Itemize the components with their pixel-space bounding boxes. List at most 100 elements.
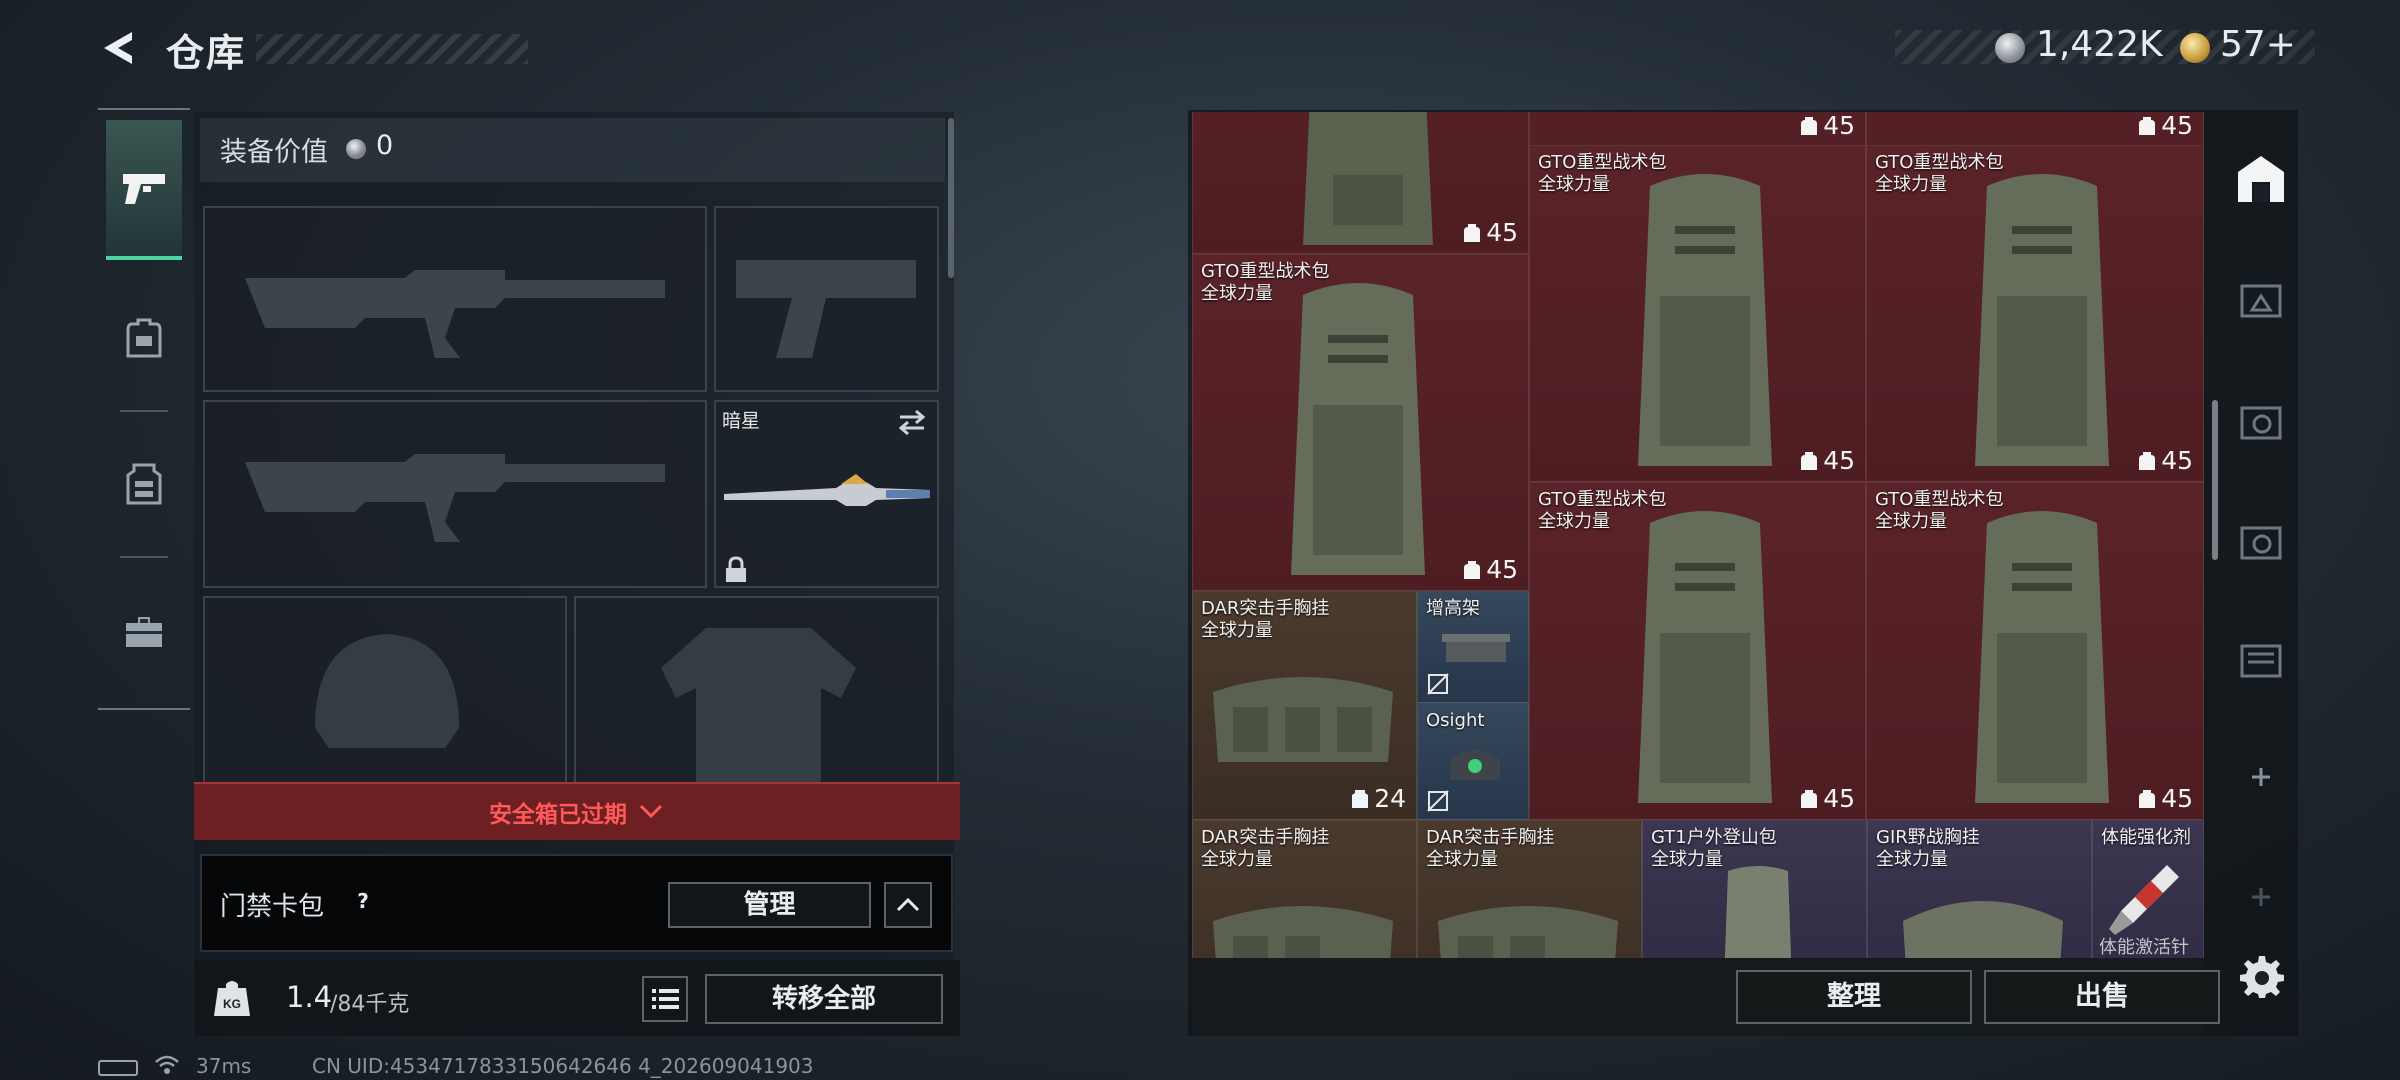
sidearm-slot[interactable] (714, 206, 939, 392)
swap-icon[interactable] (896, 408, 928, 436)
item-subtitle: 全球力量 (1875, 174, 1947, 195)
back-button[interactable] (96, 26, 140, 70)
item-name: Osight (1426, 710, 1485, 731)
warehouse-icon (2238, 156, 2284, 202)
no-link-icon (1427, 673, 1449, 695)
gold-amount[interactable]: 57+ (2220, 24, 2296, 65)
tab-vest[interactable] (106, 414, 182, 554)
stash-item[interactable]: DAR突击手胸挂 全球力量 24 (1192, 591, 1417, 820)
chest-rig-art (1213, 677, 1393, 762)
wifi-icon (154, 1054, 180, 1076)
body-armor-slot[interactable] (574, 596, 939, 784)
backpack-small-icon (1464, 560, 1481, 579)
item-subtitle: 全球力量 (1201, 283, 1273, 304)
page-title: 仓库 (166, 31, 247, 75)
stash-item[interactable]: GTO重型战术包 全球力量 45 (1866, 482, 2204, 820)
item-subtitle: 全球力量 (1651, 849, 1723, 870)
weight-icon: KG (210, 976, 254, 1020)
secondary-weapon-slot[interactable] (203, 400, 707, 588)
add-stash-button[interactable] (2232, 748, 2290, 806)
item-name: GTO重型战术包 (1201, 261, 1330, 282)
stash-item[interactable]: GIR野战胸挂 全球力量 (1867, 820, 2092, 958)
item-name: GTO重型战术包 (1538, 489, 1667, 510)
sort-button[interactable]: 整理 (1736, 970, 1972, 1024)
capacity-label: 45 (1486, 218, 1518, 247)
manage-button[interactable]: 管理 (668, 882, 871, 928)
backpack-art (1291, 283, 1425, 575)
pistol-icon (123, 174, 165, 204)
gold-coin-icon[interactable] (2180, 33, 2210, 63)
stash-grid: 45 45 45 GTO重型战术包 全球力量 45 GTO重型战术包 全球力量 45… (1192, 112, 2204, 958)
transfer-all-button[interactable]: 转移全部 (705, 974, 943, 1024)
stash-item[interactable]: 体能强化剂 体能激活针 (2092, 820, 2204, 958)
chevron-down-icon (639, 804, 663, 819)
stash-item[interactable]: DAR突击手胸挂 全球力量 (1417, 820, 1642, 958)
item-name: DAR突击手胸挂 (1201, 598, 1330, 619)
lock-icon (724, 556, 748, 584)
tabs-divider (98, 108, 190, 110)
backpack-small-icon (1801, 116, 1818, 135)
crate-icon (2240, 284, 2282, 318)
item-name: GT1户外登山包 (1651, 827, 1777, 848)
crate-icon (2240, 644, 2282, 678)
stash-item[interactable]: DAR突击手胸挂 全球力量 (1192, 820, 1417, 958)
stash-item[interactable]: GTO重型战术包 全球力量 45 (1866, 145, 2204, 482)
item-name: GTO重型战术包 (1875, 152, 2004, 173)
stash-tab-5[interactable] (2232, 630, 2290, 688)
pistol-silhouette-icon (736, 260, 916, 358)
capacity-label: 45 (1823, 784, 1855, 813)
primary-weapon-slot[interactable] (203, 206, 707, 392)
stash-item[interactable]: 增高架 (1417, 591, 1529, 703)
item-name: GIR野战胸挂 (1876, 827, 1980, 848)
help-icon[interactable]: ? (350, 888, 376, 914)
equipment-value-label: 装备价值 (220, 137, 328, 168)
stash-item[interactable]: Osight (1417, 703, 1529, 820)
tab-separator (120, 556, 168, 558)
access-card-label: 门禁卡包 (220, 892, 325, 922)
no-link-icon (1427, 790, 1449, 812)
capacity-label: 24 (1374, 784, 1406, 813)
scrollbar[interactable] (948, 118, 954, 278)
helmet-slot[interactable] (203, 596, 567, 782)
stash-tab-main[interactable] (2232, 150, 2290, 208)
stash-item[interactable]: 45 (1192, 112, 1529, 254)
settings-button[interactable] (2238, 952, 2286, 1000)
armor-silhouette-icon (661, 628, 856, 784)
plus-icon (2252, 888, 2270, 906)
chest-rig-art (1213, 906, 1393, 958)
item-subtitle: 全球力量 (1201, 620, 1273, 641)
safe-box-status: 安全箱已过期 (489, 802, 627, 828)
sell-button[interactable]: 出售 (1984, 970, 2220, 1024)
silver-coin-icon (346, 139, 366, 159)
crate-icon (2240, 406, 2282, 440)
stash-item[interactable]: GTO重型战术包 全球力量 45 (1529, 145, 1866, 482)
stash-item[interactable]: GTO重型战术包 全球力量 45 (1192, 254, 1529, 591)
capacity-label: 45 (2161, 112, 2193, 140)
tab-weapons[interactable] (106, 120, 182, 260)
tab-separator (120, 410, 168, 412)
syringe-art (2109, 865, 2179, 935)
riser-mount-art (1442, 634, 1510, 662)
stash-tab-4[interactable] (2232, 512, 2290, 570)
melee-weapon-name: 暗星 (722, 410, 761, 432)
item-subtitle: 全球力量 (1426, 849, 1498, 870)
stash-tab-2[interactable] (2232, 270, 2290, 328)
tab-toolbox[interactable] (106, 562, 182, 702)
stash-tab-3[interactable] (2232, 392, 2290, 450)
item-name: DAR突击手胸挂 (1426, 827, 1555, 848)
item-subtitle: 全球力量 (1538, 511, 1610, 532)
hiking-bag-art (1724, 866, 1792, 958)
tab-backpack[interactable] (106, 268, 182, 408)
item-subtitle: 全球力量 (1201, 849, 1273, 870)
item-name: 体能强化剂 (2101, 827, 2191, 848)
add-stash-button[interactable] (2232, 868, 2290, 926)
stash-item[interactable]: GTO重型战术包 全球力量 45 (1529, 482, 1866, 820)
stash-item[interactable]: GT1户外登山包 全球力量 (1642, 820, 1867, 958)
collapse-button[interactable] (884, 882, 932, 928)
tabs-divider (98, 708, 190, 710)
safe-box-expired-bar[interactable]: 安全箱已过期 (194, 782, 960, 840)
scrollbar[interactable] (2212, 400, 2218, 560)
user-uid: CN UID:4534717833150642646 4_20260904190… (312, 1054, 814, 1078)
list-view-button[interactable] (642, 976, 688, 1022)
helmet-silhouette-icon (315, 634, 459, 748)
